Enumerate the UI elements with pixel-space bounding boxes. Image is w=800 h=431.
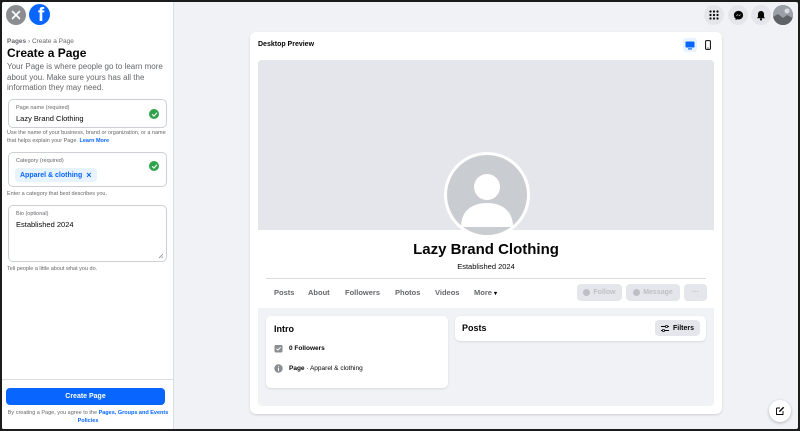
more-options-button[interactable]: ··· <box>684 284 707 301</box>
category-label: Category (required) <box>16 158 64 164</box>
close-button[interactable] <box>6 5 26 25</box>
avatar-image <box>773 5 793 25</box>
messenger-button[interactable] <box>728 5 748 25</box>
follow-icon <box>583 289 591 296</box>
tab-more[interactable]: More ▾ <box>474 288 497 297</box>
page-preview: Lazy Brand Clothing Established 2024 Pos… <box>258 60 714 406</box>
followers-row: 0 Followers <box>274 344 325 353</box>
page-name-label: Page name (required) <box>16 105 70 111</box>
message-button-label: Message <box>643 289 673 296</box>
info-icon <box>274 364 283 373</box>
facebook-logo[interactable]: f <box>29 4 50 25</box>
resize-handle-icon[interactable] <box>158 253 164 259</box>
profile-picture <box>444 152 530 238</box>
category-field[interactable]: Category (required) Apparel & clothing × <box>8 152 167 187</box>
preview-title: Desktop Preview <box>258 41 315 48</box>
intro-title: Intro <box>274 324 294 334</box>
close-icon <box>11 10 21 20</box>
category-valid-icon <box>149 161 159 171</box>
preview-page-name: Lazy Brand Clothing <box>413 241 559 258</box>
follow-button-label: Follow <box>593 289 616 296</box>
sidebar-title: Create a Page <box>7 46 87 60</box>
category-chip-label: Apparel & clothing <box>20 171 83 179</box>
remove-category-icon[interactable]: × <box>86 170 91 180</box>
create-page-sidebar: f Pages › Create a Page Create a Page Yo… <box>2 2 174 429</box>
profile-avatar[interactable] <box>773 5 793 25</box>
category-helper: Enter a category that best describes you… <box>7 191 107 197</box>
tabs-divider <box>266 278 706 279</box>
tab-about[interactable]: About <box>308 288 330 297</box>
bell-icon <box>757 10 765 20</box>
notifications-button[interactable] <box>751 5 771 25</box>
breadcrumb-pages[interactable]: Pages <box>7 38 26 45</box>
policy-notice: By creating a Page, you agree to the Pag… <box>7 410 169 425</box>
facebook-logo-icon: f <box>37 5 45 25</box>
sidebar-description: Your Page is where people go to learn mo… <box>7 62 163 92</box>
grid-menu-icon <box>709 10 719 20</box>
breadcrumb: Pages › Create a Page <box>7 38 74 45</box>
edit-icon <box>776 406 785 415</box>
sidebar-footer: Create Page By creating a Page, you agre… <box>2 379 173 429</box>
mobile-icon <box>705 40 711 50</box>
page-type-row: Page · Apparel & clothing <box>274 364 363 373</box>
tab-posts[interactable]: Posts <box>274 288 294 297</box>
page-name-helper: Use the name of your business, brand or … <box>7 130 169 145</box>
learn-more-link[interactable]: Learn More <box>79 138 109 144</box>
filters-button-label: Filters <box>672 324 694 332</box>
default-avatar-icon <box>461 174 513 227</box>
create-page-button[interactable]: Create Page <box>6 388 165 405</box>
bio-helper: Tell people a little about what you do. <box>7 266 98 272</box>
followers-icon <box>274 345 283 353</box>
posts-card: Posts Filters <box>455 316 706 341</box>
menu-button[interactable] <box>704 5 724 25</box>
mobile-view-button[interactable] <box>701 38 715 52</box>
preview-page-bio: Established 2024 <box>457 262 515 271</box>
page-name-field[interactable]: Page name (required) Lazy Brand Clothing <box>8 99 167 128</box>
desktop-icon <box>685 41 695 49</box>
category-chip: Apparel & clothing × <box>15 168 97 182</box>
desktop-preview-card: Desktop Preview Lazy Brand Clothing Esta… <box>250 32 722 414</box>
chevron-down-icon: ▾ <box>494 291 498 297</box>
bio-field[interactable]: Bio (optional) Established 2024 <box>8 205 167 262</box>
desktop-view-button[interactable] <box>683 38 697 52</box>
message-icon <box>633 289 641 296</box>
message-button[interactable]: Message <box>626 284 680 301</box>
page-name-value: Lazy Brand Clothing <box>16 114 84 123</box>
intro-card: Intro 0 Followers Page · Apparel & cloth… <box>266 316 448 388</box>
follow-button[interactable]: Follow <box>577 284 622 301</box>
app-window: f Pages › Create a Page Create a Page Yo… <box>2 2 798 429</box>
policy-notice-text: By creating a Page, you agree to the <box>7 410 99 416</box>
followers-count: 0 Followers <box>289 345 325 352</box>
tab-followers[interactable]: Followers <box>345 288 380 297</box>
breadcrumb-current: Create a Page <box>31 38 74 45</box>
bio-value: Established 2024 <box>16 220 74 229</box>
tab-more-label: More <box>474 288 492 297</box>
posts-title: Posts <box>462 323 487 333</box>
bio-label: Bio (optional) <box>16 211 49 217</box>
messenger-icon <box>733 10 743 20</box>
filters-button[interactable]: Filters <box>654 320 700 336</box>
page-type-label: Page <box>289 365 305 372</box>
page-type-text: Page · Apparel & clothing <box>289 365 363 372</box>
tab-photos[interactable]: Photos <box>395 288 420 297</box>
page-name-valid-icon <box>149 109 159 119</box>
tab-videos[interactable]: Videos <box>435 288 459 297</box>
filters-icon <box>660 324 669 332</box>
page-type-value: Apparel & clothing <box>309 365 363 372</box>
new-message-button[interactable] <box>769 400 791 422</box>
